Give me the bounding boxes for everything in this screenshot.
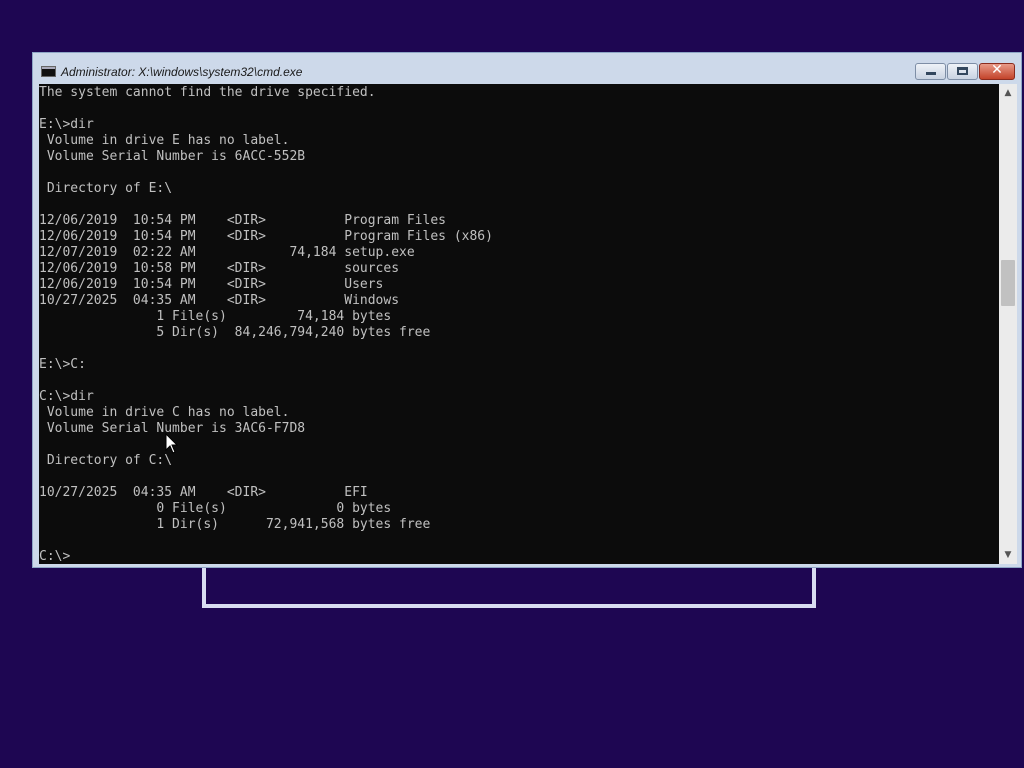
maximize-icon	[957, 67, 968, 75]
console-line: Directory of C:\	[39, 453, 173, 468]
maximize-button[interactable]	[947, 63, 978, 80]
console-line: 1 File(s) 74,184 bytes	[39, 309, 392, 324]
console-line: 10/27/2025 04:35 AM <DIR> EFI	[39, 485, 368, 500]
console-line: 12/07/2019 02:22 AM 74,184 setup.exe	[39, 245, 415, 260]
scrollbar-thumb[interactable]	[1001, 260, 1015, 306]
console-line: 12/06/2019 10:54 PM <DIR> Program Files	[39, 213, 446, 228]
console-line: E:\>dir	[39, 117, 94, 132]
console-line: Volume Serial Number is 6ACC-552B	[39, 149, 306, 164]
minimize-button[interactable]	[915, 63, 946, 80]
console-line: 12/06/2019 10:54 PM <DIR> Users	[39, 277, 384, 292]
minimize-icon	[926, 72, 936, 75]
console-line: 12/06/2019 10:54 PM <DIR> Program Files …	[39, 229, 493, 244]
close-icon: ✕	[991, 62, 1003, 78]
title-bar[interactable]: Administrator: X:\windows\system32\cmd.e…	[33, 53, 1021, 83]
scroll-up-icon[interactable]: ▲	[999, 84, 1017, 102]
console-output[interactable]: The system cannot find the drive specifi…	[39, 84, 999, 564]
console-line: 12/06/2019 10:58 PM <DIR> sources	[39, 261, 400, 276]
console-line: C:\>dir	[39, 389, 94, 404]
console-line: 1 Dir(s) 72,941,568 bytes free	[39, 517, 431, 532]
console-line: 5 Dir(s) 84,246,794,240 bytes free	[39, 325, 431, 340]
console-line: C:\>	[39, 549, 71, 564]
window-title: Administrator: X:\windows\system32\cmd.e…	[61, 65, 303, 79]
cmd-window: Administrator: X:\windows\system32\cmd.e…	[32, 52, 1022, 568]
console-icon	[41, 66, 56, 77]
console-line: Volume in drive E has no label.	[39, 133, 290, 148]
desktop-background: Administrator: X:\windows\system32\cmd.e…	[0, 0, 1024, 768]
console-line: E:\>C:	[39, 357, 86, 372]
console-line: 0 File(s) 0 bytes	[39, 501, 392, 516]
console-line: Directory of E:\	[39, 181, 173, 196]
mouse-pointer-icon	[165, 433, 179, 454]
vertical-scrollbar[interactable]: ▲ ▼	[999, 84, 1017, 564]
console-line: Volume in drive C has no label.	[39, 405, 290, 420]
console-line: 10/27/2025 04:35 AM <DIR> Windows	[39, 293, 400, 308]
console-line: The system cannot find the drive specifi…	[39, 85, 376, 100]
scroll-down-icon[interactable]: ▼	[999, 546, 1017, 564]
close-button[interactable]: ✕	[979, 62, 1015, 80]
